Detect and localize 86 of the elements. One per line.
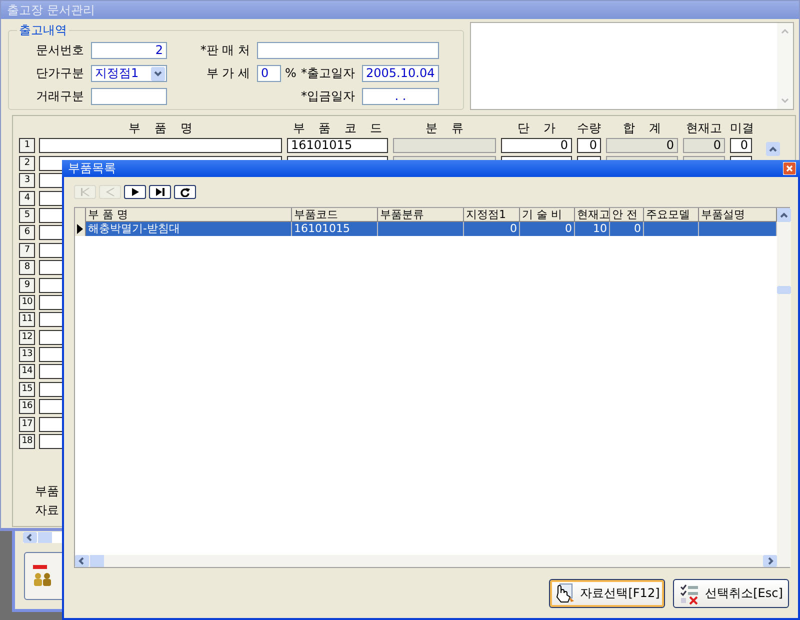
column-header: 현재고 — [685, 120, 723, 136]
input-field[interactable]: 2005.10.04 — [362, 64, 439, 82]
field-label: 거래구분 — [35, 88, 85, 104]
toolbar-button[interactable] — [124, 185, 146, 199]
table-cell[interactable] — [393, 138, 496, 154]
hand-pointer-icon — [554, 582, 576, 604]
table-cell[interactable]: 0 — [501, 138, 572, 154]
group-title: 출고내역 — [18, 22, 68, 39]
row-number: 18 — [19, 434, 35, 450]
column-header: 미결 — [730, 120, 752, 136]
refresh-icon — [179, 187, 191, 197]
table-cell[interactable]: 0 — [577, 138, 601, 154]
row-number: 2 — [19, 156, 35, 171]
vertical-scrollbar[interactable] — [777, 23, 793, 109]
table-cell: 0 — [520, 222, 575, 236]
row-number: 3 — [19, 173, 35, 188]
row-number: 11 — [19, 312, 35, 328]
scroll-thumb[interactable] — [777, 286, 791, 294]
table-cell[interactable]: 0 — [730, 138, 752, 154]
unit-label: % — [284, 66, 298, 80]
field-label: 부 가 세 — [205, 64, 251, 82]
column-header: 단 가 — [516, 120, 556, 136]
table-cell: 10 — [575, 222, 610, 236]
row-number: 16 — [19, 399, 35, 414]
row-number: 1 — [19, 138, 35, 154]
previous-record-icon — [104, 187, 116, 197]
dialog-button[interactable]: 선택취소[Esc] — [673, 579, 789, 608]
dialog-title: 부품목록 — [68, 160, 116, 177]
field-label: *출고일자 — [300, 64, 356, 82]
dropdown[interactable]: 지정점1 — [91, 64, 167, 82]
input-field[interactable] — [91, 88, 167, 104]
scroll-up-icon[interactable] — [777, 208, 791, 222]
table-cell[interactable] — [39, 138, 282, 154]
table-row[interactable]: 해충박멸기-받침대 16101015 0 0 10 0 — [75, 222, 777, 236]
dialog-button[interactable]: 자료선택[F12] — [549, 579, 665, 608]
table-cell — [644, 222, 699, 236]
close-icon[interactable] — [783, 162, 796, 175]
input-field[interactable]: 2 — [91, 42, 167, 58]
column-header: 분 류 — [424, 120, 464, 136]
row-number: 5 — [19, 208, 35, 223]
scroll-left-icon[interactable] — [75, 555, 89, 567]
column-header: 합 계 — [622, 120, 662, 136]
table-cell: 16101015 — [292, 222, 378, 236]
row-number: 9 — [19, 278, 35, 293]
table-cell: 0 — [464, 222, 520, 236]
row-number: 6 — [19, 225, 35, 240]
last-record-icon — [154, 187, 166, 197]
status-label: 자료 — [35, 502, 59, 519]
memo-field[interactable] — [470, 22, 794, 110]
row-number: 17 — [19, 416, 35, 432]
toolbar-button[interactable] — [149, 185, 171, 199]
field-label: 문서번호 — [35, 42, 85, 58]
column-header: 부 품 코 드 — [292, 120, 384, 136]
row-number: 15 — [19, 382, 35, 397]
vertical-scrollbar[interactable] — [777, 208, 791, 567]
row-number: 8 — [19, 260, 35, 276]
field-label: *입금일자 — [300, 88, 356, 104]
table-cell: 0 — [610, 222, 644, 236]
row-number: 7 — [19, 242, 35, 258]
input-field[interactable]: 0 — [257, 64, 281, 82]
window-title: 출고장 문서관리 — [1, 1, 799, 19]
column-header: 수량 — [577, 120, 601, 136]
table-cell[interactable]: 16101015 — [287, 138, 388, 154]
column-header: 부 품 명 — [128, 120, 194, 136]
row-number: 13 — [19, 347, 35, 362]
toolbar-button[interactable] — [174, 185, 196, 199]
field-label: 단가구분 — [35, 64, 85, 82]
row-number: 14 — [19, 364, 35, 380]
row-number: 12 — [19, 330, 35, 345]
scroll-left-icon[interactable] — [23, 532, 37, 543]
field-label: *판 매 처 — [199, 42, 251, 58]
row-number: 10 — [19, 294, 35, 310]
users-icon — [33, 565, 53, 587]
status-label: 부품 — [35, 483, 59, 500]
input-field[interactable]: . . — [362, 88, 439, 104]
first-record-icon — [79, 187, 91, 197]
scroll-up-icon[interactable] — [766, 142, 780, 156]
table-cell[interactable]: 0 — [683, 138, 725, 154]
input-field[interactable] — [257, 42, 439, 58]
table-cell: 해충박멸기-받침대 — [86, 222, 292, 236]
current-row-icon — [77, 224, 83, 234]
table-cell[interactable]: 0 — [606, 138, 678, 154]
row-number: 4 — [19, 190, 35, 206]
scroll-thumb[interactable] — [38, 532, 52, 543]
scroll-thumb[interactable] — [90, 555, 104, 567]
scroll-right-icon[interactable] — [763, 555, 777, 567]
